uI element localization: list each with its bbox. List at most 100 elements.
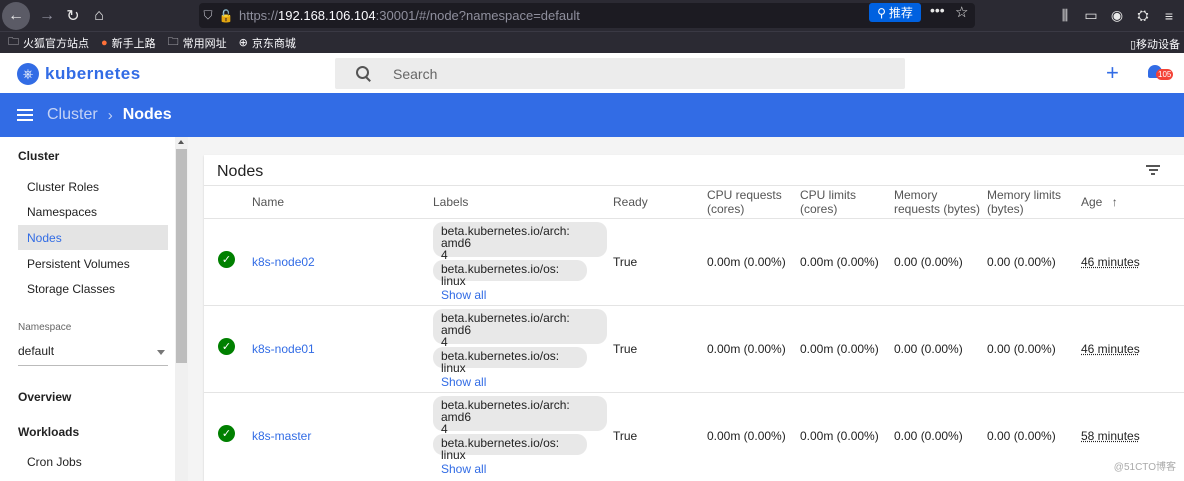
helm-wheel-icon: ⎈ [17,63,39,85]
card-title: Nodes [217,163,264,180]
home-icon[interactable]: ⌂ [86,3,112,29]
bookmark-getting-started[interactable]: ● 新手上路 [101,35,156,51]
notification-badge: 105 [1156,69,1174,80]
ready-value: True [613,255,638,269]
label-chip: beta.kubernetes.io/arch: amd6 4 [433,309,607,348]
dropdown-caret-icon [157,350,165,355]
app-header: ⎈ kubernetes + 105 [0,53,1184,93]
column-header-cpu-limits[interactable]: CPU limits (cores) [800,188,856,216]
bookmark-jd-mall[interactable]: ⊕ 京东商城 [239,35,296,51]
bookmark-mobile-devices[interactable]: ▯移动设备 [1130,36,1180,52]
back-arrow-icon[interactable]: ← [2,1,30,30]
sidebar-item-cron-jobs[interactable]: Cron Jobs [18,449,168,474]
sidebar-item-cluster-roles[interactable]: Cluster Roles [18,174,168,199]
divider [204,392,1184,393]
bookmark-firefox-official[interactable]: 🗀 火狐官方站点 [8,33,89,52]
column-header-memory-requests[interactable]: Memory requests (bytes) [894,188,980,216]
forward-arrow-icon[interactable]: → [34,3,60,29]
firefox-icon: ● [101,36,108,49]
age-value[interactable]: 58 minutes [1081,429,1140,443]
memory-limits-value: 0.00 (0.00%) [987,255,1056,269]
chevron-right-icon: › [107,106,113,124]
show-all-link[interactable]: Show all [441,288,486,302]
header-text: CPU limits [800,188,856,202]
bookmark-star-icon[interactable]: ☆ [955,3,968,21]
namespace-label: Namespace [18,322,72,333]
chip-text: beta.kubernetes.io/arch: amd6 [441,398,570,424]
cpu-requests-value: 0.00m (0.00%) [707,255,786,269]
show-all-link[interactable]: Show all [441,462,486,476]
extension-icon[interactable]: ⛭ [1134,7,1152,24]
reload-icon[interactable]: ↻ [60,3,86,29]
url-text[interactable]: https://192.168.106.104:30001/#/node?nam… [239,8,580,23]
search-input[interactable] [393,65,873,82]
header-text: Memory [894,188,938,202]
memory-requests-value: 0.00 (0.00%) [894,429,963,443]
node-link[interactable]: k8s-node02 [252,255,315,269]
sidebar-heading-workloads[interactable]: Workloads [18,425,79,439]
column-header-name[interactable]: Name [252,195,284,209]
column-header-labels: Labels [433,195,469,209]
column-header-cpu-requests[interactable]: CPU requests (cores) [707,188,782,216]
hamburger-menu-icon[interactable] [17,109,33,121]
bookmarks-bar: 🗀 火狐官方站点 ● 新手上路 🗀 常用网址 ⊕ 京东商城 ▯移动设备 [0,31,1184,53]
header-unit: requests (bytes) [894,202,981,216]
divider [204,218,1184,219]
age-value[interactable]: 46 minutes [1081,342,1140,356]
breadcrumb-cluster[interactable]: Cluster [47,106,98,124]
watermark: @51CTO博客 [1113,462,1176,473]
location-pin-icon: ⚲ [877,5,886,20]
column-header-age[interactable]: Age ↑ [1081,195,1118,209]
kubernetes-logo[interactable]: ⎈ kubernetes [17,63,141,85]
url-bar[interactable]: ⛉ 🔓 https://192.168.106.104:30001/#/node… [199,3,975,28]
recommend-label: 推荐 [888,6,913,20]
cpu-limits-value: 0.00m (0.00%) [800,342,879,356]
filter-icon[interactable] [1146,165,1160,175]
sidebar-scrollbar[interactable] [175,137,188,481]
ready-value: True [613,429,638,443]
node-link[interactable]: k8s-node01 [252,342,315,356]
namespace-select[interactable]: default [18,344,168,366]
divider [204,185,1184,186]
account-icon[interactable]: ◉ [1108,7,1126,24]
sidebar-heading-cluster[interactable]: Cluster [18,149,59,163]
browser-toolbar: ← → ↻ ⌂ ⛉ 🔓 https://192.168.106.104:3000… [0,0,1184,31]
scroll-thumb[interactable] [176,149,187,363]
notifications-button[interactable]: 105 [1148,65,1174,81]
column-header-memory-limits[interactable]: Memory limits (bytes) [987,188,1061,216]
bookmark-common-sites[interactable]: 🗀 常用网址 [168,33,227,52]
bookmark-label: 京东商城 [251,37,296,50]
library-icon[interactable]: ⫼ [1056,7,1074,24]
sidebar-item-namespaces[interactable]: Namespaces [18,199,168,224]
memory-requests-value: 0.00 (0.00%) [894,342,963,356]
url-scheme: https:// [239,8,279,23]
sidebar-item-persistent-volumes[interactable]: Persistent Volumes [18,251,168,276]
overflow-menu-icon[interactable]: ≡ [1160,8,1178,24]
globe-icon: ⊕ [238,37,248,49]
create-resource-button[interactable]: + [1106,60,1119,86]
sidebar-item-nodes[interactable]: Nodes [18,225,168,250]
cpu-requests-value: 0.00m (0.00%) [707,342,786,356]
bookmark-label: 火狐官方站点 [23,37,89,50]
insecure-lock-icon[interactable]: 🔓 [217,9,235,23]
sort-arrow-up-icon: ↑ [1111,195,1118,209]
age-value[interactable]: 46 minutes [1081,255,1140,269]
scroll-up-arrow-icon[interactable] [178,140,184,144]
show-all-link[interactable]: Show all [441,375,486,389]
header-text: Memory limits [987,188,1061,202]
search-box[interactable] [335,58,905,89]
header-unit: (cores) [707,202,745,216]
bookmark-label: 移动设备 [1136,39,1180,51]
chip-text: beta.kubernetes.io/arch: amd6 [441,311,570,337]
sidebar-icon[interactable]: ▭ [1082,7,1100,24]
shield-icon[interactable]: ⛉ [199,8,217,23]
memory-limits-value: 0.00 (0.00%) [987,429,1056,443]
sidebar-item-storage-classes[interactable]: Storage Classes [18,276,168,301]
recommend-button[interactable]: ⚲ 推荐 [869,3,921,22]
cpu-limits-value: 0.00m (0.00%) [800,255,879,269]
sidebar-heading-overview[interactable]: Overview [18,390,71,404]
header-unit: (bytes) [987,202,1024,216]
more-actions-icon[interactable]: ••• [930,2,945,18]
node-link[interactable]: k8s-master [252,429,311,443]
url-path: :30001/#/node?namespace=default [375,8,580,23]
